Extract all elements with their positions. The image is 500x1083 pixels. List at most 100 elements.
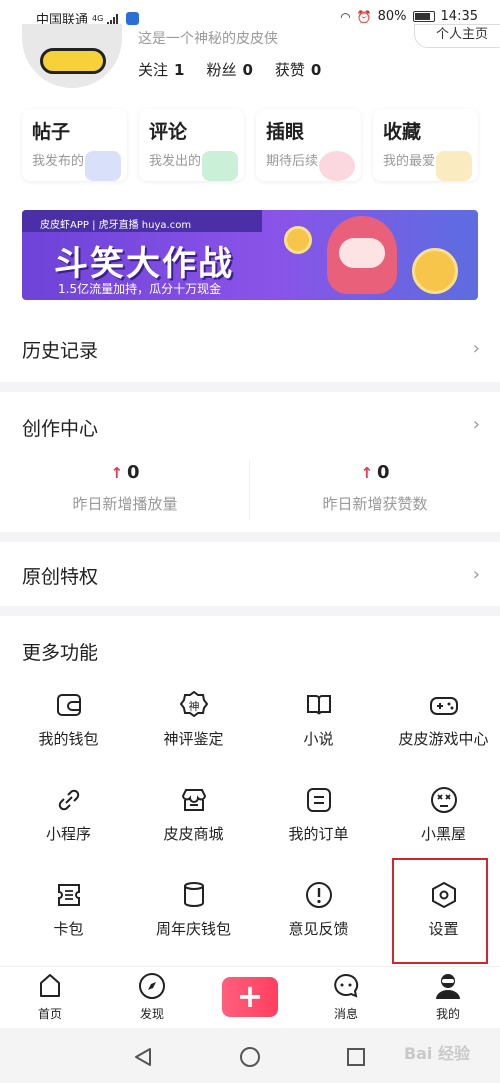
home-icon <box>40 974 60 997</box>
clock: 14:35 <box>440 9 478 24</box>
ticket-icon <box>57 884 80 906</box>
plays-stat[interactable]: ↑ 0 昨日新增播放量 <box>0 462 250 514</box>
profile-page-button[interactable]: 个人主页 <box>414 24 500 48</box>
chevron-right-icon[interactable]: › <box>473 414 480 435</box>
likes-new-stat[interactable]: ↑ 0 昨日新增获赞数 <box>250 462 500 514</box>
likes-stat[interactable]: 获赞 0 <box>275 59 321 80</box>
home-circle-icon[interactable] <box>239 1046 261 1068</box>
card-title: 收藏 <box>383 121 422 143</box>
alert-icon <box>305 882 332 908</box>
user-icon <box>436 974 460 999</box>
nav-me[interactable]: 我的 <box>418 971 478 1022</box>
nav-label: 首页 <box>37 1007 62 1021</box>
promo-banner[interactable]: 皮皮虾APP | 虎牙直播 huya.com 斗笑大作战 1.5亿流量加持，瓜分… <box>22 210 478 300</box>
following-stat[interactable]: 关注 1 <box>138 59 184 80</box>
card-comments[interactable]: 评论 我发出的 <box>139 109 244 181</box>
arrow-up-icon: ↑ <box>360 464 374 482</box>
original-row[interactable]: 原创特权 › <box>0 542 500 606</box>
avatar[interactable] <box>22 24 122 88</box>
profile-stats: 关注 1 粉丝 0 获赞 0 <box>138 59 321 80</box>
grid-label: 卡包 <box>53 920 84 938</box>
nav-label: 消息 <box>333 1007 358 1021</box>
creator-title: 创作中心 <box>22 418 99 440</box>
card-title: 评论 <box>149 121 188 143</box>
grid-label: 我的钱包 <box>38 730 99 748</box>
creator-center: 创作中心 › ↑ 0 昨日新增播放量 ↑ 0 昨日新增获赞数 <box>0 392 500 532</box>
grid-label: 意见反馈 <box>288 920 349 938</box>
posts-icon <box>85 151 121 181</box>
likes-new-label: 昨日新增获赞数 <box>322 495 428 513</box>
history-row[interactable]: 历史记录 › <box>0 318 500 382</box>
dizzy-face-icon <box>430 787 457 813</box>
nav-messages[interactable]: 消息 <box>316 971 376 1022</box>
card-title: 插眼 <box>266 121 305 143</box>
banner-subline: 1.5亿流量加持，瓜分十万现金 <box>58 282 222 296</box>
comments-icon <box>202 151 238 181</box>
coin-icon <box>412 248 458 294</box>
recents-square-icon[interactable] <box>345 1046 367 1068</box>
link-icon <box>58 789 79 811</box>
grid-item-black-room[interactable]: 小黑屋 <box>381 785 500 844</box>
card-bookmark[interactable]: 插眼 期待后续 <box>256 109 361 181</box>
grid-label: 皮皮商城 <box>163 825 224 843</box>
battery-icon <box>412 11 435 22</box>
wallet-icon <box>56 694 81 716</box>
grid-item-shop[interactable]: 皮皮商城 <box>131 785 256 844</box>
nav-discover[interactable]: 发现 <box>122 971 182 1022</box>
card-title: 帖子 <box>32 121 71 143</box>
original-title: 原创特权 <box>22 566 99 588</box>
shield-icon <box>126 12 140 25</box>
compass-icon <box>139 973 165 999</box>
battery-percent: 80% <box>377 9 407 24</box>
grid-label: 我的订单 <box>288 825 349 843</box>
grid-label: 神评鉴定 <box>163 730 224 748</box>
divider <box>249 460 250 520</box>
shen-badge-icon: 神 <box>179 690 208 718</box>
banner-headline: 斗笑大作战 <box>54 244 234 284</box>
plays-label: 昨日新增播放量 <box>72 495 178 513</box>
avatar-duck-icon <box>40 48 106 74</box>
followers-stat[interactable]: 粉丝 0 <box>206 59 252 80</box>
grid-item-mini-program[interactable]: 小程序 <box>6 785 131 844</box>
nav-label: 我的 <box>435 1007 460 1021</box>
order-icon <box>306 788 331 812</box>
annotation-highlight-box <box>392 858 488 964</box>
grid-item-game-center[interactable]: 皮皮游戏中心 <box>381 690 500 749</box>
content-cards: 帖子 我发布的 评论 我发出的 插眼 期待后续 收藏 我的最爱 <box>22 109 478 181</box>
chevron-right-icon: › <box>472 564 480 585</box>
grid-label: 皮皮游戏中心 <box>398 730 489 748</box>
grid-item-feedback[interactable]: 意见反馈 <box>256 880 381 939</box>
grid-item-card-pack[interactable]: 卡包 <box>6 880 131 939</box>
grid-item-anniversary-wallet[interactable]: 周年庆钱包 <box>131 880 256 939</box>
publish-button[interactable]: + <box>222 977 278 1017</box>
grid-label: 小程序 <box>45 825 91 843</box>
network-label: 4G <box>92 14 104 23</box>
grid-item-novel[interactable]: 小说 <box>256 690 381 749</box>
history-title: 历史记录 <box>22 340 99 362</box>
mascot-illustration <box>327 216 397 294</box>
grid-item-shenping[interactable]: 神 神评鉴定 <box>131 690 256 749</box>
headset-icon: ◠ <box>340 9 351 24</box>
profile-bio: 这是一个神秘的皮皮侠 <box>138 31 278 47</box>
grid-item-wallet[interactable]: 我的钱包 <box>6 690 131 749</box>
card-posts[interactable]: 帖子 我发布的 <box>22 109 127 181</box>
grid-label: 小说 <box>303 730 334 748</box>
back-triangle-icon[interactable] <box>132 1046 154 1068</box>
gamepad-icon <box>429 697 458 715</box>
nav-home[interactable]: 首页 <box>20 971 80 1022</box>
alarm-icon: ⏰ <box>356 9 372 24</box>
chat-icon <box>334 973 359 998</box>
profile-header: 这是一个神秘的皮皮侠 个人主页 关注 1 粉丝 0 获赞 0 帖子 我发布的 评论 我… <box>0 24 500 318</box>
card-favorites[interactable]: 收藏 我的最爱 <box>373 109 478 181</box>
book-icon <box>306 695 331 715</box>
star-icon <box>436 151 472 181</box>
signal-icon <box>107 13 119 25</box>
eye-icon <box>319 151 355 181</box>
grid-item-orders[interactable]: 我的订单 <box>256 785 381 844</box>
banner-brand-line: 皮皮虾APP | 虎牙直播 huya.com <box>40 220 192 231</box>
svg-text:神: 神 <box>188 699 199 713</box>
jar-icon <box>183 882 204 907</box>
watermark: Bai 经验 <box>403 1044 470 1063</box>
more-title: 更多功能 <box>22 642 99 664</box>
plays-value: 0 <box>127 462 140 483</box>
